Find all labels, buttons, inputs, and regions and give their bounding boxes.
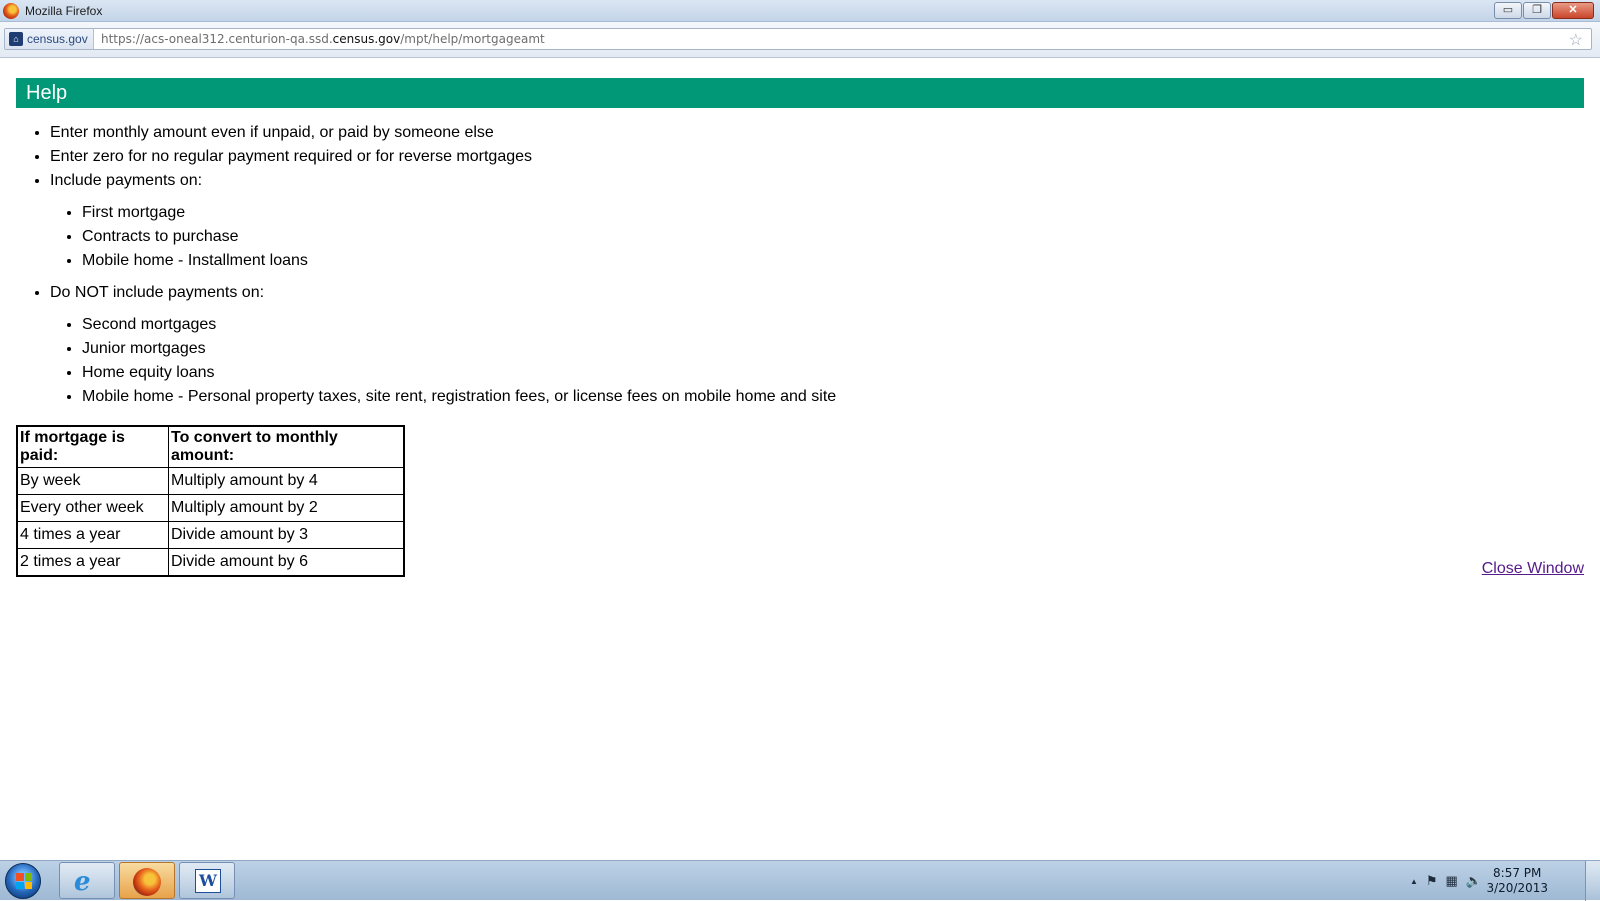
url-path: /mpt/help/mortgageamt	[400, 32, 545, 46]
site-favicon-icon: ⌂	[9, 32, 23, 46]
table-row: By week Multiply amount by 4	[16, 467, 405, 495]
list-item: Contracts to purchase	[82, 225, 1584, 249]
close-window-link[interactable]: Close Window	[1482, 560, 1584, 578]
site-identity-label: census.gov	[27, 32, 88, 46]
taskbar-word-button[interactable]: W	[179, 862, 235, 899]
bookmark-star-icon[interactable]: ☆	[1569, 30, 1583, 50]
help-list: Enter monthly amount even if unpaid, or …	[50, 108, 1584, 417]
table-cell: Multiply amount by 2	[168, 494, 405, 522]
conversion-table: If mortgage is paid: To convert to month…	[16, 425, 405, 577]
start-button[interactable]	[5, 863, 41, 899]
table-row: 4 times a year Divide amount by 3	[16, 521, 405, 549]
window-title: Mozilla Firefox	[25, 4, 103, 18]
window-titlebar: Mozilla Firefox ▭ ❐ ✕	[0, 0, 1600, 22]
clock-date: 3/20/2013	[1486, 881, 1548, 895]
taskbar: e W ▲ ⚑ ▦ 🔈 8:57 PM 3/20/2013	[0, 860, 1600, 901]
site-identity-button[interactable]: ⌂ census.gov	[5, 29, 94, 49]
navigation-bar: ⌂ census.gov https://acs-oneal312.centur…	[0, 22, 1600, 58]
list-item: Second mortgages	[82, 313, 1584, 337]
firefox-icon	[133, 868, 161, 896]
microsoft-word-icon: W	[195, 869, 221, 893]
system-tray: ▲ ⚑ ▦ 🔈	[1410, 861, 1482, 901]
windows-logo-icon	[16, 873, 32, 889]
table-header-row: If mortgage is paid: To convert to month…	[16, 425, 405, 468]
list-item: Mobile home - Installment loans	[82, 249, 1584, 273]
table-cell: By week	[16, 467, 169, 495]
table-cell: Multiply amount by 4	[168, 467, 405, 495]
url-domain: census.gov	[332, 32, 401, 46]
help-header: Help	[16, 78, 1584, 108]
show-hidden-icons-icon[interactable]: ▲	[1410, 877, 1418, 886]
close-button[interactable]: ✕	[1552, 2, 1594, 19]
page-content: Help Enter monthly amount even if unpaid…	[16, 78, 1584, 577]
list-item: Enter monthly amount even if unpaid, or …	[50, 121, 1584, 145]
exclude-list: Second mortgages Junior mortgages Home e…	[82, 305, 1584, 417]
address-bar[interactable]: ⌂ census.gov https://acs-oneal312.centur…	[4, 28, 1592, 50]
list-item: Junior mortgages	[82, 337, 1584, 361]
list-item: Do NOT include payments on: Second mortg…	[50, 281, 1584, 417]
action-center-flag-icon[interactable]: ⚑	[1426, 873, 1438, 889]
table-cell: Divide amount by 3	[168, 521, 405, 549]
table-cell: 4 times a year	[16, 521, 169, 549]
table-header-cell: If mortgage is paid:	[16, 425, 169, 468]
exclude-heading: Do NOT include payments on:	[50, 284, 265, 301]
taskbar-internet-explorer-button[interactable]: e	[59, 862, 115, 899]
minimize-button[interactable]: ▭	[1494, 2, 1522, 19]
include-list: First mortgage Contracts to purchase Mob…	[82, 193, 1584, 281]
restore-button[interactable]: ❐	[1523, 2, 1551, 19]
list-item: First mortgage	[82, 201, 1584, 225]
system-clock[interactable]: 8:57 PM 3/20/2013	[1486, 866, 1548, 896]
table-row: 2 times a year Divide amount by 6	[16, 548, 405, 577]
window-controls: ▭ ❐ ✕	[1494, 2, 1594, 19]
table-cell: Every other week	[16, 494, 169, 522]
list-item: Mobile home - Personal property taxes, s…	[82, 385, 1584, 409]
volume-icon[interactable]: 🔈	[1466, 873, 1482, 889]
internet-explorer-icon: e	[74, 867, 91, 897]
url-text[interactable]: https://acs-oneal312.centurion-qa.ssd.ce…	[101, 32, 545, 46]
list-item: Home equity loans	[82, 361, 1584, 385]
firefox-logo-icon	[3, 3, 19, 19]
table-header-cell: To convert to monthly amount:	[168, 425, 405, 468]
table-row: Every other week Multiply amount by 2	[16, 494, 405, 522]
list-item: Enter zero for no regular payment requir…	[50, 145, 1584, 169]
table-cell: Divide amount by 6	[168, 548, 405, 577]
url-prefix: https://acs-oneal312.centurion-qa.ssd.	[101, 32, 333, 46]
table-cell: 2 times a year	[16, 548, 169, 577]
clock-time: 8:57 PM	[1493, 866, 1542, 880]
include-heading: Include payments on:	[50, 172, 203, 189]
taskbar-firefox-button[interactable]	[119, 862, 175, 899]
network-icon[interactable]: ▦	[1446, 873, 1458, 889]
list-item: Include payments on: First mortgage Cont…	[50, 169, 1584, 281]
show-desktop-button[interactable]	[1585, 861, 1600, 901]
